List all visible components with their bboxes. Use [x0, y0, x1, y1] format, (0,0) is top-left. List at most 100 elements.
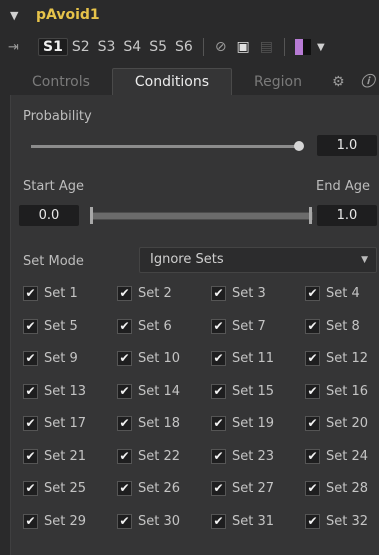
tool-title: pAvoid1: [36, 7, 100, 23]
check-icon[interactable]: ✔: [211, 318, 226, 334]
check-icon[interactable]: ✔: [211, 285, 226, 301]
set-checkbox[interactable]: ✔ Set 25: [23, 478, 86, 498]
set-checkbox[interactable]: ✔ Set 6: [117, 316, 172, 336]
check-icon[interactable]: ✔: [305, 448, 320, 464]
set-checkbox[interactable]: ✔ Set 7: [211, 316, 266, 336]
check-icon[interactable]: ✔: [211, 513, 226, 529]
set-checkbox[interactable]: ✔ Set 28: [305, 478, 368, 498]
disable-icon[interactable]: ⊘: [215, 39, 227, 55]
cache-icon[interactable]: ▤: [260, 39, 273, 55]
set-checkbox[interactable]: ✔ Set 17: [23, 413, 86, 433]
age-range-start-handle[interactable]: [90, 207, 93, 224]
check-icon[interactable]: ✔: [305, 318, 320, 334]
pin-icon[interactable]: ⇥: [8, 40, 38, 55]
version-slot-bar: ⇥ S1 S2 S3 S4 S5 S6 ⊘ ▣ ▤ ▼: [0, 34, 379, 60]
check-icon[interactable]: ✔: [117, 350, 132, 366]
set-checkbox[interactable]: ✔ Set 12: [305, 348, 368, 368]
set-checkbox[interactable]: ✔ Set 23: [211, 446, 274, 466]
probability-slider-knob[interactable]: [294, 141, 304, 151]
set-mode-dropdown[interactable]: Ignore Sets ▼: [139, 247, 377, 273]
set-checkbox-label: Set 1: [44, 285, 78, 301]
check-icon[interactable]: ✔: [117, 318, 132, 334]
set-checkbox[interactable]: ✔ Set 31: [211, 511, 274, 531]
set-checkbox[interactable]: ✔ Set 2: [117, 283, 172, 303]
set-checkbox[interactable]: ✔ Set 10: [117, 348, 180, 368]
check-icon[interactable]: ✔: [211, 448, 226, 464]
check-icon[interactable]: ✔: [23, 350, 38, 366]
check-icon[interactable]: ✔: [305, 513, 320, 529]
set-checkbox[interactable]: ✔ Set 5: [23, 316, 78, 336]
chevron-down-icon[interactable]: ▼: [10, 9, 24, 22]
check-icon[interactable]: ✔: [23, 318, 38, 334]
tab-conditions[interactable]: Conditions: [111, 68, 233, 95]
check-icon[interactable]: ✔: [117, 415, 132, 431]
color-swatch-right[interactable]: [303, 39, 312, 55]
set-checkbox[interactable]: ✔ Set 11: [211, 348, 274, 368]
check-icon[interactable]: ✔: [305, 383, 320, 399]
set-checkbox[interactable]: ✔ Set 32: [305, 511, 368, 531]
check-icon[interactable]: ✔: [305, 480, 320, 496]
slot-s4[interactable]: S4: [119, 39, 145, 55]
set-checkbox[interactable]: ✔ Set 29: [23, 511, 86, 531]
check-icon[interactable]: ✔: [305, 285, 320, 301]
age-range-bar[interactable]: [91, 212, 313, 220]
set-checkbox[interactable]: ✔ Set 15: [211, 381, 274, 401]
slot-s6[interactable]: S6: [171, 39, 197, 55]
check-icon[interactable]: ✔: [23, 513, 38, 529]
set-checkbox[interactable]: ✔ Set 9: [23, 348, 78, 368]
check-icon[interactable]: ✔: [211, 480, 226, 496]
check-icon[interactable]: ✔: [23, 480, 38, 496]
check-icon[interactable]: ✔: [23, 383, 38, 399]
set-checkbox[interactable]: ✔ Set 14: [117, 381, 180, 401]
age-range-end-handle[interactable]: [309, 207, 312, 224]
check-icon[interactable]: ✔: [117, 285, 132, 301]
color-swatch-left[interactable]: [295, 39, 304, 55]
tool-header[interactable]: ▼ pAvoid1: [0, 0, 379, 30]
set-checkbox-label: Set 18: [138, 415, 181, 431]
slot-s2[interactable]: S2: [68, 39, 94, 55]
gear-icon[interactable]: ⚙: [324, 69, 353, 95]
set-checkbox[interactable]: ✔ Set 26: [117, 478, 180, 498]
slot-s1[interactable]: S1: [38, 38, 68, 56]
set-checkbox[interactable]: ✔ Set 20: [305, 413, 368, 433]
set-checkbox[interactable]: ✔ Set 30: [117, 511, 180, 531]
end-age-field[interactable]: 1.0: [317, 205, 377, 226]
probability-slider-track[interactable]: [31, 145, 301, 148]
tab-region[interactable]: Region: [232, 69, 324, 95]
check-icon[interactable]: ✔: [117, 383, 132, 399]
check-icon[interactable]: ✔: [117, 513, 132, 529]
set-checkbox[interactable]: ✔ Set 16: [305, 381, 368, 401]
check-icon[interactable]: ✔: [117, 448, 132, 464]
start-age-field[interactable]: 0.0: [19, 205, 79, 226]
tab-controls[interactable]: Controls: [10, 69, 112, 95]
slot-s3[interactable]: S3: [94, 39, 120, 55]
set-checkbox[interactable]: ✔ Set 24: [305, 446, 368, 466]
check-icon[interactable]: ✔: [117, 480, 132, 496]
check-icon[interactable]: ✔: [23, 285, 38, 301]
set-checkbox[interactable]: ✔ Set 27: [211, 478, 274, 498]
set-checkbox[interactable]: ✔ Set 21: [23, 446, 86, 466]
set-checkbox[interactable]: ✔ Set 18: [117, 413, 180, 433]
check-icon[interactable]: ✔: [305, 415, 320, 431]
swatch-dropdown-icon[interactable]: ▼: [317, 42, 325, 53]
set-checkbox[interactable]: ✔ Set 13: [23, 381, 86, 401]
set-checkbox[interactable]: ✔ Set 3: [211, 283, 266, 303]
check-icon[interactable]: ✔: [211, 383, 226, 399]
probability-value-field[interactable]: 1.0: [317, 135, 377, 156]
set-checkbox[interactable]: ✔ Set 19: [211, 413, 274, 433]
check-icon[interactable]: ✔: [211, 415, 226, 431]
set-checkbox[interactable]: ✔ Set 22: [117, 446, 180, 466]
check-icon[interactable]: ✔: [305, 350, 320, 366]
set-checkbox[interactable]: ✔ Set 1: [23, 283, 78, 303]
start-age-label: Start Age: [23, 179, 85, 194]
set-checkbox[interactable]: ✔ Set 4: [305, 283, 360, 303]
check-icon[interactable]: ✔: [211, 350, 226, 366]
set-checkbox-label: Set 21: [44, 448, 87, 464]
check-icon[interactable]: ✔: [23, 415, 38, 431]
set-checkbox[interactable]: ✔ Set 8: [305, 316, 360, 336]
lock-icon[interactable]: ▣: [237, 39, 250, 55]
set-checkbox-label: Set 13: [44, 383, 87, 399]
info-icon[interactable]: ⓘ: [353, 69, 379, 95]
slot-s5[interactable]: S5: [145, 39, 171, 55]
check-icon[interactable]: ✔: [23, 448, 38, 464]
